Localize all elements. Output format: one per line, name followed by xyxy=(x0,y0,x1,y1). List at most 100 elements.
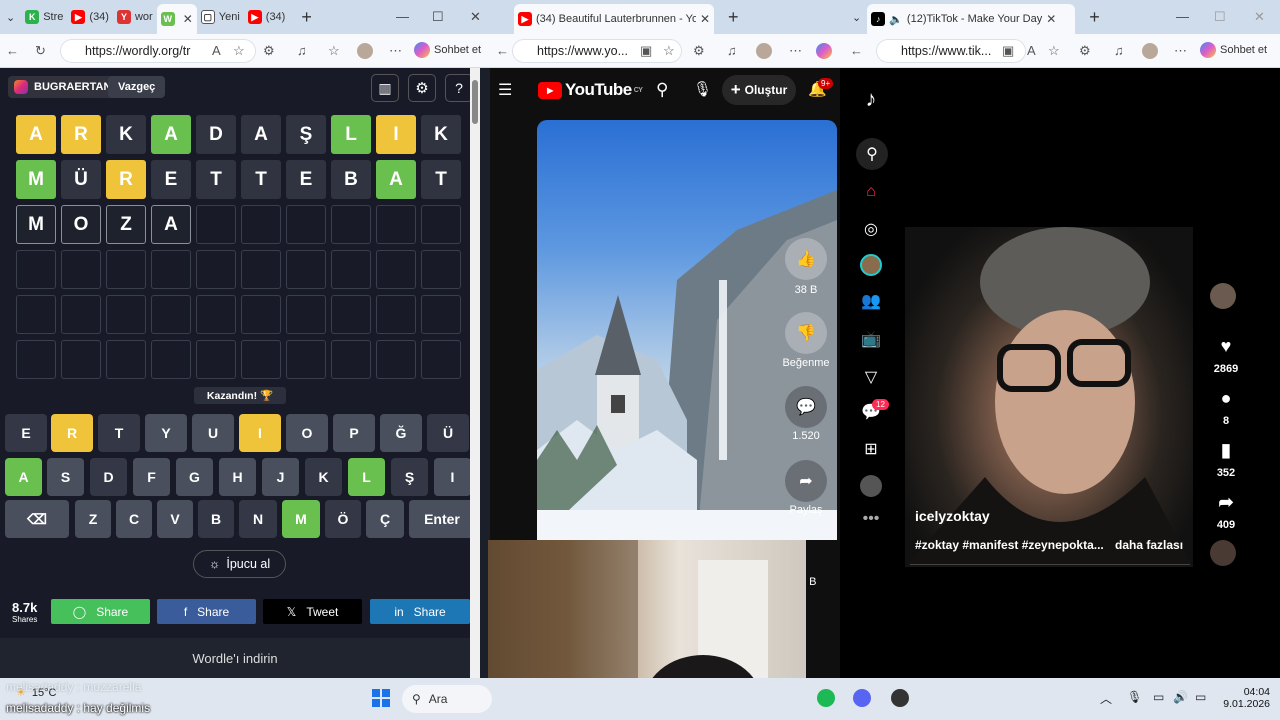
key-K[interactable]: K xyxy=(305,458,342,496)
maximize-icon[interactable]: ☐ xyxy=(432,9,444,25)
close-tab-icon[interactable]: ✕ xyxy=(183,12,193,26)
tab-wor[interactable]: Ywor xyxy=(113,4,157,30)
following-avatar-icon[interactable] xyxy=(860,254,882,276)
key-R[interactable]: R xyxy=(51,414,93,452)
key-S[interactable]: S xyxy=(47,458,84,496)
key-J[interactable]: J xyxy=(262,458,299,496)
share-button[interactable]: ➦ xyxy=(785,460,827,502)
volume-icon[interactable]: 🔊 xyxy=(1173,690,1188,704)
spotify-icon[interactable] xyxy=(817,689,835,707)
key-Ç[interactable]: Ç xyxy=(366,500,404,538)
key-Ğ[interactable]: Ğ xyxy=(380,414,422,452)
favorite-star-icon[interactable]: ☆ xyxy=(233,43,245,59)
profile-avatar[interactable] xyxy=(1142,43,1158,59)
home-icon[interactable]: ⌂ xyxy=(860,181,882,203)
reload-icon[interactable]: ↻ xyxy=(35,43,46,59)
minimize-icon[interactable]: — xyxy=(396,9,409,24)
progress-bar[interactable] xyxy=(910,564,1190,565)
settings-gear-icon[interactable]: ⚙ xyxy=(408,74,436,102)
key-Z[interactable]: Z xyxy=(75,500,111,538)
url-field[interactable]: https://wordly.org/tr xyxy=(60,39,256,63)
extensions-icon[interactable]: ⚙ xyxy=(263,43,275,59)
creator-avatar[interactable] xyxy=(1210,283,1236,309)
new-tab-button[interactable]: + xyxy=(728,7,739,28)
close-window-icon[interactable]: ✕ xyxy=(470,9,481,25)
microphone-tray-icon[interactable]: 🎙 xyxy=(1127,690,1142,704)
create-button[interactable]: + Oluştur xyxy=(722,75,796,105)
hint-button[interactable]: ☼ İpucu al xyxy=(193,550,286,578)
like-button[interactable]: 👍 xyxy=(785,238,827,280)
key-A[interactable]: A xyxy=(5,458,42,496)
back-arrow-icon[interactable]: ← xyxy=(6,43,19,58)
key-Y[interactable]: Y xyxy=(145,414,187,452)
whatsapp-share-button[interactable]: ◯ Share xyxy=(51,599,150,624)
key-V[interactable]: V xyxy=(157,500,193,538)
backspace-key[interactable]: ⌫ xyxy=(5,500,69,538)
media-icon[interactable]: ♫ xyxy=(727,43,737,58)
key-G[interactable]: G xyxy=(176,458,213,496)
explore-compass-icon[interactable]: ◎ xyxy=(860,218,882,240)
profile-avatar[interactable] xyxy=(756,43,772,59)
tab-new[interactable]: ▢ Yeni xyxy=(197,4,244,30)
more-menu-icon[interactable]: ⋯ xyxy=(789,43,802,59)
split-screen-icon[interactable]: ▣ xyxy=(640,43,652,59)
more-menu-icon[interactable]: ⋯ xyxy=(1174,43,1187,59)
like-action[interactable]: ♥ 2869 xyxy=(1206,336,1246,375)
read-aloud-icon[interactable]: A xyxy=(1027,43,1036,58)
save-action[interactable]: ▮ 352 xyxy=(1206,440,1246,479)
media-icon[interactable]: ♫ xyxy=(1114,43,1124,58)
key-O[interactable]: O xyxy=(286,414,328,452)
tab-wordly-active[interactable]: W ✕ xyxy=(156,4,197,34)
close-tab-icon[interactable]: ✕ xyxy=(1046,12,1056,26)
video-hashtags[interactable]: #zoktay #manifest #zeynepokta... xyxy=(915,538,1104,552)
linkedin-share-button[interactable]: in Share xyxy=(370,599,470,624)
key-I[interactable]: I xyxy=(434,458,471,496)
key-P[interactable]: P xyxy=(333,414,375,452)
maximize-icon[interactable]: ☐ xyxy=(1214,9,1226,25)
key-F[interactable]: F xyxy=(133,458,170,496)
music-disc-icon[interactable] xyxy=(1210,540,1236,566)
key-H[interactable]: H xyxy=(219,458,256,496)
messages-send-icon[interactable]: ▽ xyxy=(860,366,882,388)
scrollbar-thumb[interactable] xyxy=(472,80,478,124)
key-L[interactable]: L xyxy=(348,458,385,496)
new-tab-button[interactable]: + xyxy=(301,7,312,28)
favorite-star-icon[interactable]: ☆ xyxy=(663,43,675,59)
back-arrow-icon[interactable]: ← xyxy=(496,43,509,58)
profile-avatar[interactable] xyxy=(357,43,373,59)
minimize-icon[interactable]: — xyxy=(1176,9,1189,24)
key-Ö[interactable]: Ö xyxy=(325,500,361,538)
enter-key[interactable]: Enter xyxy=(409,500,475,538)
youtube-logo[interactable]: ▶ YouTube CY xyxy=(538,80,643,100)
split-screen-icon[interactable]: ▣ xyxy=(1002,43,1014,59)
comments-button[interactable]: 💬 xyxy=(785,386,827,428)
key-T[interactable]: T xyxy=(98,414,140,452)
video-author[interactable]: icelyzoktay xyxy=(915,508,990,524)
key-B[interactable]: B xyxy=(198,500,234,538)
more-menu-icon[interactable]: ⋯ xyxy=(389,43,402,59)
share-action[interactable]: ➦ 409 xyxy=(1206,492,1246,531)
search-icon[interactable]: ⚲ xyxy=(856,138,888,170)
tab-youtube-active[interactable]: ▶ (34) Beautiful Lauterbrunnen - You ✕ xyxy=(514,4,714,34)
key-U[interactable]: U xyxy=(192,414,234,452)
read-aloud-icon[interactable]: A xyxy=(212,43,221,58)
new-tab-button[interactable]: + xyxy=(1089,7,1100,28)
cancel-button[interactable]: Vazgeç xyxy=(108,76,166,98)
friends-icon[interactable]: 👥 xyxy=(860,290,882,312)
key-N[interactable]: N xyxy=(239,500,277,538)
upload-plus-icon[interactable]: ⊞ xyxy=(860,438,882,460)
live-tv-icon[interactable]: 📺 xyxy=(860,328,882,350)
tab-actions-icon[interactable]: ⌄ xyxy=(6,11,15,24)
x-share-button[interactable]: 𝕏 Tweet xyxy=(263,599,362,624)
help-icon[interactable]: ? xyxy=(445,74,473,102)
comment-action[interactable]: ● 8 xyxy=(1206,388,1246,427)
tab-tiktok-active[interactable]: ♪ 🔈 (12)TikTok - Make Your Day ✕ xyxy=(867,4,1076,34)
windows-start-icon[interactable] xyxy=(372,689,390,707)
battery-icon[interactable]: ▭ xyxy=(1195,690,1206,704)
facebook-share-button[interactable]: f Share xyxy=(157,599,256,624)
short-video[interactable]: 👍 38 B 👎 Beğenme 💬 1.520 ➦ Paylaş xyxy=(537,120,837,540)
tab-youtube[interactable]: ▶ (34) xyxy=(67,4,113,30)
copilot-icon[interactable] xyxy=(816,43,832,59)
download-banner[interactable]: Wordle'ı indirin xyxy=(0,638,470,678)
close-window-icon[interactable]: ✕ xyxy=(1254,9,1265,25)
